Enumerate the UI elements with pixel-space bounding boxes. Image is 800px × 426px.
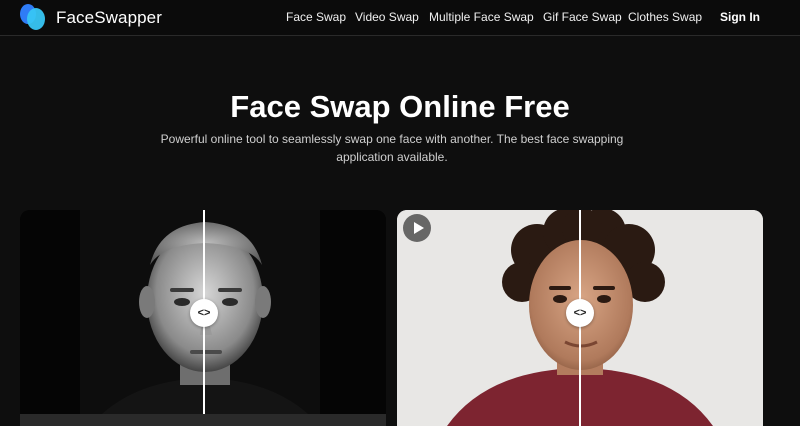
nav-clothes-swap[interactable]: Clothes Swap xyxy=(628,10,702,24)
play-icon[interactable] xyxy=(403,214,431,242)
bw-face-compare-card[interactable]: <> xyxy=(20,210,386,426)
site-header: FaceSwapper Face Swap Video Swap Multipl… xyxy=(0,0,800,36)
color-face-compare-card[interactable]: <> xyxy=(397,210,763,426)
nav-face-swap[interactable]: Face Swap xyxy=(286,10,346,24)
card-bottom-strip xyxy=(20,414,386,426)
faceswapper-logo-icon[interactable] xyxy=(18,3,48,31)
brand-name[interactable]: FaceSwapper xyxy=(56,8,162,28)
nav-gif-face-swap[interactable]: Gif Face Swap xyxy=(543,10,622,24)
page-title: Face Swap Online Free xyxy=(230,89,570,124)
page-subtitle: Powerful online tool to seamlessly swap … xyxy=(160,132,624,164)
compare-handle[interactable]: <> xyxy=(566,299,594,327)
nav-video-swap[interactable]: Video Swap xyxy=(355,10,419,24)
nav-multiple-face-swap[interactable]: Multiple Face Swap xyxy=(429,10,534,24)
compare-handle[interactable]: <> xyxy=(190,299,218,327)
sign-in-link[interactable]: Sign In xyxy=(720,10,760,24)
